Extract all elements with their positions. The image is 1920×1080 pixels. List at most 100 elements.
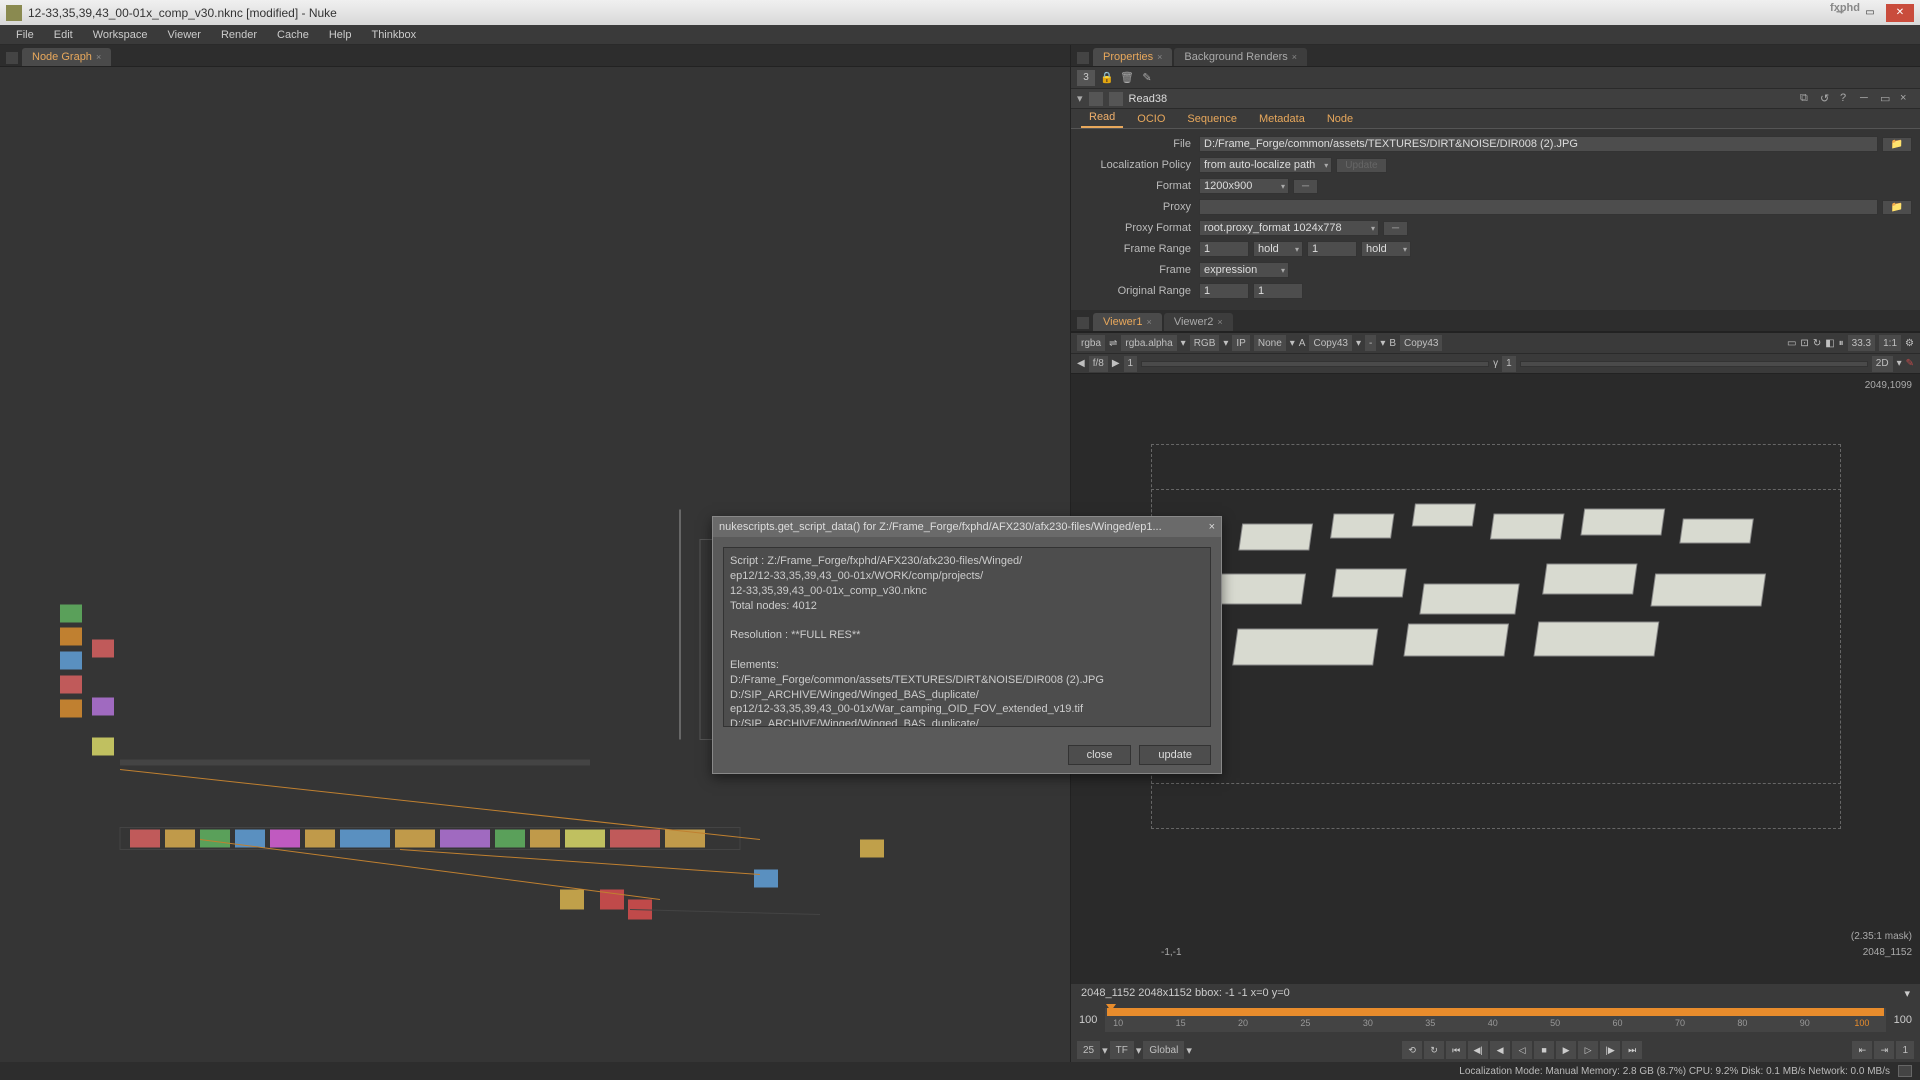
menu-thinkbox[interactable]: Thinkbox [363, 27, 424, 43]
gain-slider[interactable] [1141, 361, 1489, 367]
close-icon[interactable]: × [1209, 521, 1215, 533]
file-field[interactable] [1199, 136, 1878, 152]
subtab-read[interactable]: Read [1081, 108, 1123, 128]
after-dropdown[interactable]: hold [1361, 241, 1411, 257]
close-icon[interactable]: × [1292, 52, 1297, 62]
fps-field[interactable]: 25 [1077, 1041, 1100, 1059]
menu-workspace[interactable]: Workspace [85, 27, 156, 43]
next-icon[interactable]: ▶ [1112, 358, 1120, 369]
fstop-dropdown[interactable]: f/8 [1089, 356, 1108, 372]
pause-icon[interactable]: ⏸ [1839, 338, 1844, 349]
proxy-icon[interactable]: ◧ [1825, 338, 1834, 349]
step-forward-button[interactable]: ▷ [1578, 1041, 1598, 1059]
timeline[interactable]: 100 101520 253035 405060 708090 100 100 [1071, 1002, 1920, 1038]
timeline-end[interactable]: 100 [1886, 1014, 1920, 1026]
clip-icon[interactable]: ▭ [1787, 338, 1796, 349]
b-input-dropdown[interactable]: Copy43 [1400, 335, 1442, 351]
trash-icon[interactable]: 🗑 [1119, 70, 1135, 86]
max-panels-field[interactable]: 3 [1077, 70, 1095, 86]
frame-dropdown[interactable]: expression [1199, 262, 1289, 278]
panel-menu-icon[interactable] [1077, 317, 1089, 329]
menu-render[interactable]: Render [213, 27, 265, 43]
close-icon[interactable]: × [1900, 92, 1914, 106]
subtab-ocio[interactable]: OCIO [1129, 110, 1173, 128]
before-dropdown[interactable]: hold [1253, 241, 1303, 257]
next-keyframe-button[interactable]: |▶ [1600, 1041, 1620, 1059]
menu-viewer[interactable]: Viewer [160, 27, 209, 43]
roi-icon[interactable]: ⊡ [1800, 338, 1808, 349]
proxy-format-dropdown[interactable]: root.proxy_format 1024x778 [1199, 220, 1379, 236]
close-icon[interactable]: × [1217, 317, 1222, 327]
update-button[interactable]: Update [1336, 158, 1386, 173]
viewer-mode-dropdown[interactable]: 2D [1872, 356, 1893, 372]
wand-icon[interactable] [1109, 92, 1123, 106]
alpha-dropdown[interactable]: rgba.alpha [1121, 335, 1176, 351]
maximize-button[interactable]: ▭ [1856, 4, 1884, 22]
stop-button[interactable]: ■ [1534, 1041, 1554, 1059]
revert-icon[interactable]: ↺ [1820, 92, 1834, 106]
status-graph-icon[interactable] [1898, 1065, 1912, 1077]
center-icon[interactable] [1089, 92, 1103, 106]
menu-file[interactable]: File [8, 27, 42, 43]
tf-dropdown[interactable]: TF [1110, 1041, 1134, 1059]
proxy-field[interactable] [1199, 199, 1878, 215]
play-button[interactable]: ▶ [1556, 1041, 1576, 1059]
menu-edit[interactable]: Edit [46, 27, 81, 43]
tab-viewer1[interactable]: Viewer1× [1093, 313, 1162, 331]
wipe-dropdown[interactable]: - [1365, 335, 1376, 351]
update-button[interactable]: update [1139, 745, 1211, 765]
lock-icon[interactable]: 🔒 [1099, 70, 1115, 86]
increment-field[interactable]: 1 [1896, 1041, 1914, 1059]
folder-icon[interactable]: 📁 [1882, 137, 1912, 152]
a-input-dropdown[interactable]: Copy43 [1309, 335, 1351, 351]
subtab-metadata[interactable]: Metadata [1251, 110, 1313, 128]
chevron-down-icon[interactable]: ▾ [1077, 92, 1083, 105]
panel-menu-icon[interactable] [6, 52, 18, 64]
play-back-button[interactable]: ◁ [1512, 1041, 1532, 1059]
original-range-end[interactable] [1253, 283, 1303, 299]
timeline-track[interactable]: 101520 253035 405060 708090 100 [1105, 1008, 1885, 1032]
settings-icon[interactable]: ⚙ [1905, 338, 1914, 349]
rgb-dropdown[interactable]: RGB [1190, 335, 1220, 351]
panel-menu-icon[interactable] [1077, 52, 1089, 64]
popout-icon[interactable]: ⧉ [1800, 92, 1814, 106]
prev-icon[interactable]: ◀ [1077, 358, 1085, 369]
subtab-node[interactable]: Node [1319, 110, 1361, 128]
out-point-button[interactable]: ⇥ [1874, 1041, 1894, 1059]
last-frame-button[interactable]: ⏭ [1622, 1041, 1642, 1059]
frame-range-end[interactable] [1307, 241, 1357, 257]
localization-policy-dropdown[interactable]: from auto-localize path [1199, 157, 1332, 173]
ip-toggle[interactable]: IP [1232, 335, 1249, 351]
global-dropdown[interactable]: Global [1143, 1041, 1184, 1059]
maximize-icon[interactable]: ▭ [1880, 92, 1894, 106]
channel-dropdown[interactable]: rgba [1077, 335, 1105, 351]
subtab-sequence[interactable]: Sequence [1179, 110, 1245, 128]
sync-icon[interactable]: ⟲ [1402, 1041, 1422, 1059]
node-panel-header[interactable]: ▾ Read38 ⧉ ↺ ? ─ ▭ × [1071, 89, 1920, 109]
link-icon[interactable]: ⇌ [1109, 338, 1117, 349]
prev-keyframe-button[interactable]: ◀| [1468, 1041, 1488, 1059]
tab-node-graph[interactable]: Node Graph× [22, 48, 111, 66]
folder-icon[interactable]: 📁 [1882, 200, 1912, 215]
format-dropdown[interactable]: 1200x900 [1199, 178, 1289, 194]
menu-cache[interactable]: Cache [269, 27, 317, 43]
first-frame-button[interactable]: ⏮ [1446, 1041, 1466, 1059]
close-button[interactable]: close [1068, 745, 1132, 765]
frame-range-start[interactable] [1199, 241, 1249, 257]
menu-help[interactable]: Help [321, 27, 360, 43]
in-point-button[interactable]: ⇤ [1852, 1041, 1872, 1059]
minimize-icon[interactable]: ─ [1860, 92, 1874, 106]
speed-field[interactable]: 33.3 [1848, 335, 1875, 351]
loop-icon[interactable]: ↻ [1424, 1041, 1444, 1059]
original-range-start[interactable] [1199, 283, 1249, 299]
timeline-start[interactable]: 100 [1071, 1014, 1105, 1026]
gamma-slider[interactable] [1520, 361, 1868, 367]
proxy-format-button[interactable]: ─ [1383, 221, 1408, 236]
gamma-field[interactable]: 1 [1502, 356, 1516, 372]
zoom-dropdown[interactable]: 1:1 [1879, 335, 1901, 351]
step-back-button[interactable]: ◀ [1490, 1041, 1510, 1059]
eyedropper-icon[interactable]: ✎ [1906, 358, 1914, 369]
format-button[interactable]: ─ [1293, 179, 1318, 194]
tab-background-renders[interactable]: Background Renders× [1174, 48, 1307, 66]
close-icon[interactable]: × [1147, 317, 1152, 327]
